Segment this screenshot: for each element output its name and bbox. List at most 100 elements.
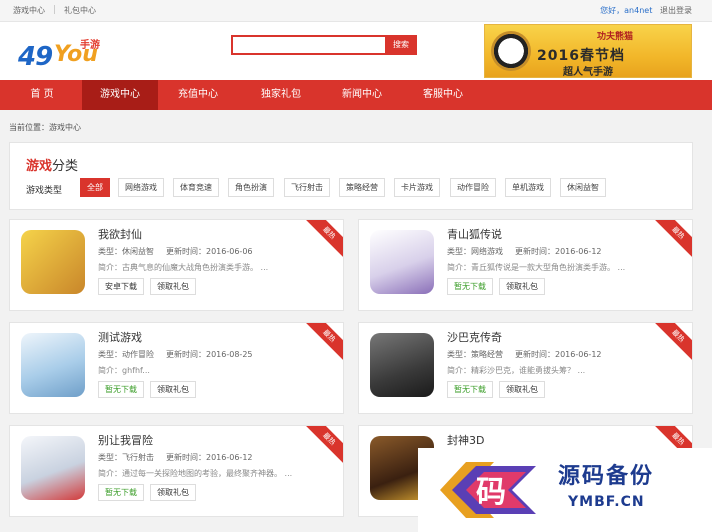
game-icon[interactable] [21,436,85,500]
banner-line1: 2016春节档 [537,48,625,64]
game-name[interactable]: 别让我冒险 [98,432,153,448]
intro-label: 简介： [447,263,471,272]
main-nav: 首 页 游戏中心 充值中心 独家礼包 新闻中心 客服中心 [0,80,712,110]
chip-action[interactable]: 动作冒险 [450,178,496,197]
breadcrumb: 当前位置：游戏中心 [9,122,81,133]
nav-gifts[interactable]: 独家礼包 [249,80,313,110]
nav-recharge[interactable]: 充值中心 [166,80,230,110]
intro-text: 古典气息的仙魔大战角色扮演类手游。 ... [122,263,269,272]
hot-ribbon: 最热 [304,220,343,258]
type-label: 类型： [98,350,122,359]
nav-home[interactable]: 首 页 [20,80,64,110]
intro-label: 简介： [447,366,471,375]
game-meta: 类型：休闲益智 更新时间：2016-06-06 [98,246,253,257]
game-intro: 简介：ghfhf... [98,365,150,376]
download-button[interactable]: 暂无下载 [447,381,493,398]
gift-button[interactable]: 领取礼包 [499,381,545,398]
chip-strategy[interactable]: 策略经营 [339,178,385,197]
game-card[interactable]: 测试游戏 类型：动作冒险 更新时间：2016-08-25 简介：ghfhf... … [9,322,344,414]
gift-button[interactable]: 领取礼包 [150,484,196,501]
category-title: 游戏分类 [26,155,78,174]
chip-casual[interactable]: 休闲益智 [560,178,606,197]
intro-label: 简介： [98,263,122,272]
category-title-highlight: 游戏 [26,159,53,174]
download-button[interactable]: 安卓下载 [98,278,144,295]
game-name[interactable]: 沙巴克传奇 [447,329,502,345]
game-card[interactable]: 青山狐传说 类型：网络游戏 更新时间：2016-06-12 简介：青丘狐传说是一款… [358,219,693,311]
hot-ribbon: 最热 [304,426,343,464]
banner-title: 功夫熊猫 [597,32,634,42]
game-name[interactable]: 我欲封仙 [98,226,142,242]
hot-ribbon: 最热 [653,220,692,258]
game-intro: 简介：古典气息的仙魔大战角色扮演类手游。 ... [98,262,268,273]
chip-standalone[interactable]: 单机游戏 [505,178,551,197]
game-intro: 简介：精彩沙巴克，谁能勇拔头筹？ ... [447,365,585,376]
logo-sub: 手游 [80,40,100,51]
game-updated: 2016-06-12 [206,453,253,462]
gift-button[interactable]: 领取礼包 [150,381,196,398]
download-button[interactable]: 暂无下载 [98,484,144,501]
chip-online[interactable]: 网络游戏 [118,178,164,197]
watermark-logo-icon: 码 [440,462,536,518]
game-meta: 类型：网络游戏 更新时间：2016-06-12 [447,246,602,257]
updated-label: 更新时间： [166,453,206,462]
download-button[interactable]: 暂无下载 [447,278,493,295]
logout-link[interactable]: 退出登录 [660,6,692,15]
game-type: 休闲益智 [122,247,154,256]
game-card[interactable]: 沙巴克传奇 类型：策略经营 更新时间：2016-06-12 简介：精彩沙巴克，谁能… [358,322,693,414]
username-link[interactable]: an4net [624,6,652,15]
updated-label: 更新时间： [166,350,206,359]
game-card[interactable]: 我欲封仙 类型：休闲益智 更新时间：2016-06-06 简介：古典气息的仙魔大战… [9,219,344,311]
game-meta: 类型：飞行射击 更新时间：2016-06-12 [98,452,253,463]
game-meta: 类型：策略经营 更新时间：2016-06-12 [447,349,602,360]
logo-number: 49 [18,42,53,72]
game-icon[interactable] [21,230,85,294]
top-link-gift-center[interactable]: 礼包中心 [64,6,96,15]
intro-text: 精彩沙巴克，谁能勇拔头筹？ ... [471,366,586,375]
game-icon[interactable] [21,333,85,397]
hot-ribbon: 最热 [304,323,343,361]
nav-news[interactable]: 新闻中心 [330,80,394,110]
breadcrumb-label: 当前位置： [9,123,49,132]
chip-card[interactable]: 卡片游戏 [394,178,440,197]
game-meta: 类型：动作冒险 更新时间：2016-08-25 [98,349,253,360]
chip-sports[interactable]: 体育竞速 [173,178,219,197]
watermark-title: 源码备份 [558,464,655,489]
watermark: 码 源码备份 YMBF.CN [418,448,712,532]
game-name[interactable]: 青山狐传说 [447,226,502,242]
chip-all[interactable]: 全部 [80,178,110,197]
game-name[interactable]: 封神3D [447,432,484,448]
game-name[interactable]: 测试游戏 [98,329,142,345]
gift-button[interactable]: 领取礼包 [150,278,196,295]
banner-line2: 超人气手游 [563,67,613,78]
chip-rpg[interactable]: 角色扮演 [228,178,274,197]
chip-shooter[interactable]: 飞行射击 [284,178,330,197]
search-button[interactable]: 搜索 [385,35,417,55]
game-icon[interactable] [370,230,434,294]
search-input[interactable] [231,35,387,55]
breadcrumb-current[interactable]: 游戏中心 [49,123,81,132]
updated-label: 更新时间： [166,247,206,256]
top-links: 游戏中心 礼包中心 [13,5,96,16]
divider [54,5,55,14]
intro-text: ghfhf... [122,366,150,375]
gift-button[interactable]: 领取礼包 [499,278,545,295]
game-updated: 2016-06-12 [555,247,602,256]
download-button[interactable]: 暂无下载 [98,381,144,398]
game-updated: 2016-06-12 [555,350,602,359]
nav-game-center[interactable]: 游戏中心 [82,80,158,110]
game-icon[interactable] [370,333,434,397]
game-updated: 2016-06-06 [206,247,253,256]
promo-banner[interactable]: 功夫熊猫 2016春节档 超人气手游 [484,24,692,78]
type-label: 类型： [98,453,122,462]
game-intro: 简介：通过每一关探险地图的考验，最终聚齐神器。 ... [98,468,292,479]
game-card[interactable]: 别让我冒险 类型：飞行射击 更新时间：2016-06-12 简介：通过每一关探险地… [9,425,344,517]
game-type: 飞行射击 [122,453,154,462]
type-label: 类型： [447,247,471,256]
updated-label: 更新时间： [515,247,555,256]
top-link-game-center[interactable]: 游戏中心 [13,6,45,15]
nav-service[interactable]: 客服中心 [411,80,475,110]
type-label: 类型： [447,350,471,359]
watermark-domain: YMBF.CN [568,494,645,510]
site-logo[interactable]: 49 You 手游 [18,32,106,72]
